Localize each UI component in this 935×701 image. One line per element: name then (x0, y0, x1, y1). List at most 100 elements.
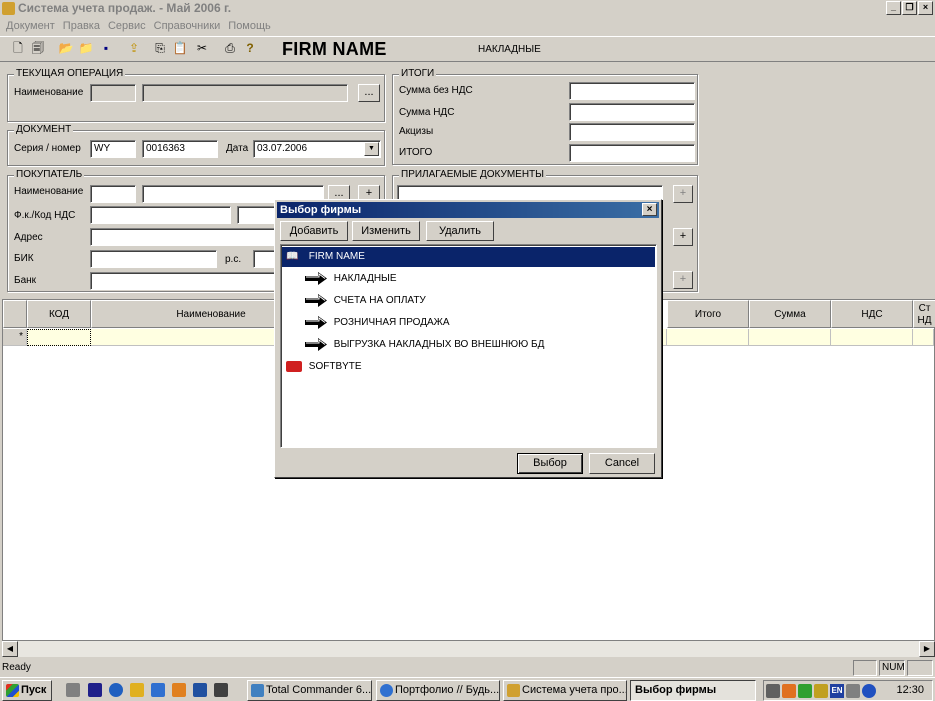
chevron-down-icon[interactable]: ▼ (364, 142, 379, 156)
delete-firm-button[interactable]: Удалить (426, 221, 494, 241)
status-bar: Ready NUM (0, 659, 935, 677)
arrow-right-icon (305, 337, 327, 351)
sum-without-vat-field[interactable] (569, 82, 695, 100)
vat-sum-label: Сумма НДС (399, 107, 455, 118)
menu-service[interactable]: Сервис (104, 20, 150, 32)
grid-cell-vat[interactable] (831, 329, 913, 346)
tray-misc-icon[interactable] (846, 684, 860, 698)
tree-item-payment-invoices[interactable]: СЧЕТА НА ОПЛАТУ (305, 291, 426, 311)
help-icon[interactable]: ? (242, 40, 258, 56)
minimize-button[interactable]: _ (886, 1, 901, 15)
address-field[interactable] (90, 228, 277, 246)
open-folder-icon[interactable]: 📂 (58, 40, 74, 56)
tree-item-export-invoices[interactable]: ВЫГРУЗКА НАКЛАДНЫХ ВО ВНЕШНЮЮ БД (305, 335, 544, 355)
bik-field[interactable] (90, 250, 217, 268)
number-field[interactable]: 0016363 (142, 140, 218, 158)
start-button[interactable]: Пуск (2, 680, 52, 701)
maximize-button[interactable]: ❐ (902, 1, 917, 15)
media-icon[interactable] (172, 683, 186, 697)
num-lock-indicator: NUM (879, 660, 905, 676)
excise-field[interactable] (569, 123, 695, 141)
copy-icon[interactable]: ⎘ (152, 40, 168, 56)
add-firm-button[interactable]: Добавить (280, 221, 348, 241)
edit-firm-button[interactable]: Изменить (352, 221, 420, 241)
operation-code-field[interactable] (90, 84, 136, 102)
tray-tool-icon[interactable] (814, 684, 828, 698)
total-field[interactable] (569, 144, 695, 162)
menu-help[interactable]: Помощь (224, 20, 275, 32)
dialog-titlebar: Выбор фирмы × (277, 202, 659, 218)
vat-code-field[interactable] (237, 206, 277, 224)
desktop-icon[interactable] (66, 683, 80, 697)
grid-cell-rate[interactable] (913, 329, 934, 346)
ie-icon[interactable] (109, 683, 123, 697)
grid-cell-sum[interactable] (749, 329, 831, 346)
new-document-icon[interactable]: 🗋 (10, 40, 26, 56)
section-label: НАКЛАДНЫЕ (478, 44, 541, 55)
folder-up-icon[interactable]: ⇪ (126, 40, 142, 56)
firm-tree[interactable]: 📖 FIRM NAME НАКЛАДНЫЕ СЧЕТА НА ОПЛАТУ РО… (280, 244, 657, 448)
column-code[interactable]: КОД (27, 300, 91, 328)
task-total-commander[interactable]: Total Commander 6.... (247, 680, 372, 701)
fk-field[interactable] (90, 206, 231, 224)
series-field[interactable]: WY (90, 140, 136, 158)
buyer-code-field[interactable] (90, 185, 136, 203)
tree-item-invoices[interactable]: НАКЛАДНЫЕ (305, 269, 397, 289)
attached-add-button-2[interactable]: + (673, 228, 693, 246)
operation-browse-button[interactable]: ... (358, 84, 380, 102)
tree-item-firm-name[interactable]: 📖 FIRM NAME (282, 247, 655, 267)
scroll-right-icon[interactable]: ▶ (919, 641, 935, 657)
select-button[interactable]: Выбор (517, 453, 583, 474)
cut-icon[interactable]: ✂ (194, 40, 210, 56)
speaker-icon[interactable] (766, 684, 780, 698)
task-sales-system[interactable]: Система учета про... (503, 680, 627, 701)
network-icon[interactable] (798, 684, 812, 698)
new-copy-icon[interactable]: 🗐 (30, 40, 46, 56)
print-icon[interactable]: ⎙ (222, 40, 238, 56)
menu-directories[interactable]: Справочники (150, 20, 225, 32)
close-button[interactable]: × (918, 1, 933, 15)
address-label: Адрес (14, 232, 43, 243)
grid-cell-code[interactable] (27, 329, 91, 346)
operation-name-field[interactable] (142, 84, 348, 102)
language-indicator[interactable]: EN (830, 684, 844, 698)
tool-icon[interactable] (214, 683, 228, 697)
task-label: Система учета про... (522, 684, 627, 696)
bank-field[interactable] (90, 272, 277, 290)
column-vat[interactable]: НДС (831, 300, 913, 328)
task-select-firm[interactable]: Выбор фирмы (630, 680, 756, 701)
system-tray: EN 12:30 (763, 680, 933, 701)
tree-item-retail-sale[interactable]: РОЗНИЧНАЯ ПРОДАЖА (305, 313, 450, 333)
status-panel (853, 660, 877, 676)
menu-edit[interactable]: Правка (59, 20, 104, 32)
save-icon[interactable]: ▪ (98, 40, 114, 56)
date-combo[interactable]: 03.07.2006 ▼ (253, 140, 381, 158)
column-sum[interactable]: Сумма (749, 300, 831, 328)
row-marker: * (3, 329, 27, 346)
scroll-left-icon[interactable]: ◀ (2, 641, 18, 657)
buyer-name-label: Наименование (14, 186, 84, 197)
messenger-icon[interactable] (862, 684, 876, 698)
cancel-button[interactable]: Cancel (589, 453, 655, 474)
column-total[interactable]: Итого (667, 300, 749, 328)
app-quicklaunch-icon[interactable] (193, 683, 207, 697)
tree-item-softbyte[interactable]: SOFTBYTE (286, 357, 362, 377)
save-quicklaunch-icon[interactable] (88, 683, 102, 697)
paste-icon[interactable]: 📋 (172, 40, 188, 56)
globe-icon[interactable] (151, 683, 165, 697)
attached-add-button-1[interactable]: + (673, 185, 693, 203)
pencil-icon[interactable] (130, 683, 144, 697)
vat-sum-field[interactable] (569, 103, 695, 121)
attached-add-button-3[interactable]: + (673, 271, 693, 289)
horizontal-scrollbar[interactable]: ◀ ▶ (2, 641, 935, 657)
current-operation-title: ТЕКУЩАЯ ОПЕРАЦИЯ (14, 68, 126, 79)
tray-app-icon[interactable] (782, 684, 796, 698)
tree-label: СЧЕТА НА ОПЛАТУ (333, 295, 426, 306)
menu-document[interactable]: Документ (2, 20, 59, 32)
date-value: 03.07.2006 (257, 143, 308, 154)
open-icon[interactable]: 📁 (78, 40, 94, 56)
column-rate[interactable]: Ст НД (913, 300, 935, 328)
dialog-close-button[interactable]: × (642, 203, 657, 216)
grid-cell-total[interactable] (667, 329, 749, 346)
task-portfolio[interactable]: Портфолио // Будь... (376, 680, 500, 701)
